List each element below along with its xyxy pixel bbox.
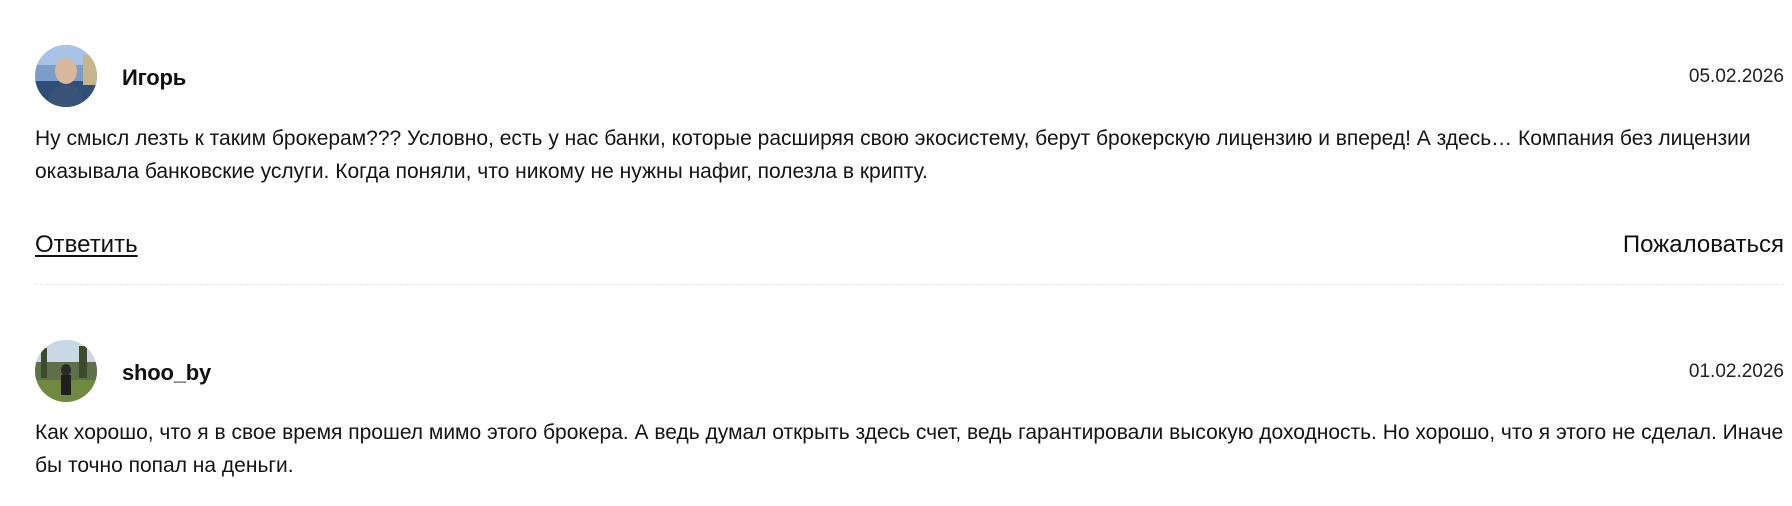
- comment-header: shoo_by 01.02.2026: [35, 340, 1784, 403]
- avatar-photo: [35, 340, 97, 402]
- avatar: [35, 45, 97, 107]
- comment-date: 05.02.2026: [1688, 66, 1784, 87]
- comment: Игорь 05.02.2026 Ну смысл лезть к таким …: [35, 45, 1784, 183]
- avatar: [35, 340, 97, 402]
- comment-actions: Ответить Пожаловаться: [35, 229, 1784, 261]
- report-link[interactable]: Пожаловаться: [1623, 229, 1784, 261]
- comment-text: Как хорошо, что я в свое время прошел ми…: [35, 421, 1784, 477]
- comment-author: shoo_by: [122, 360, 212, 385]
- comment-date: 01.02.2026: [1688, 361, 1784, 382]
- reply-link[interactable]: Ответить: [35, 229, 138, 261]
- comment-text: Ну смысл лезть к таким брокерам??? Услов…: [35, 127, 1751, 183]
- comment-author: Игорь: [122, 65, 187, 90]
- comment-header: Игорь 05.02.2026: [35, 45, 1784, 108]
- comment: shoo_by 01.02.2026 Как хорошо, что я в с…: [35, 340, 1784, 477]
- comment-divider: [35, 284, 1784, 285]
- avatar-photo: [35, 45, 97, 107]
- comments-list: Игорь 05.02.2026 Ну смысл лезть к таким …: [0, 0, 1792, 506]
